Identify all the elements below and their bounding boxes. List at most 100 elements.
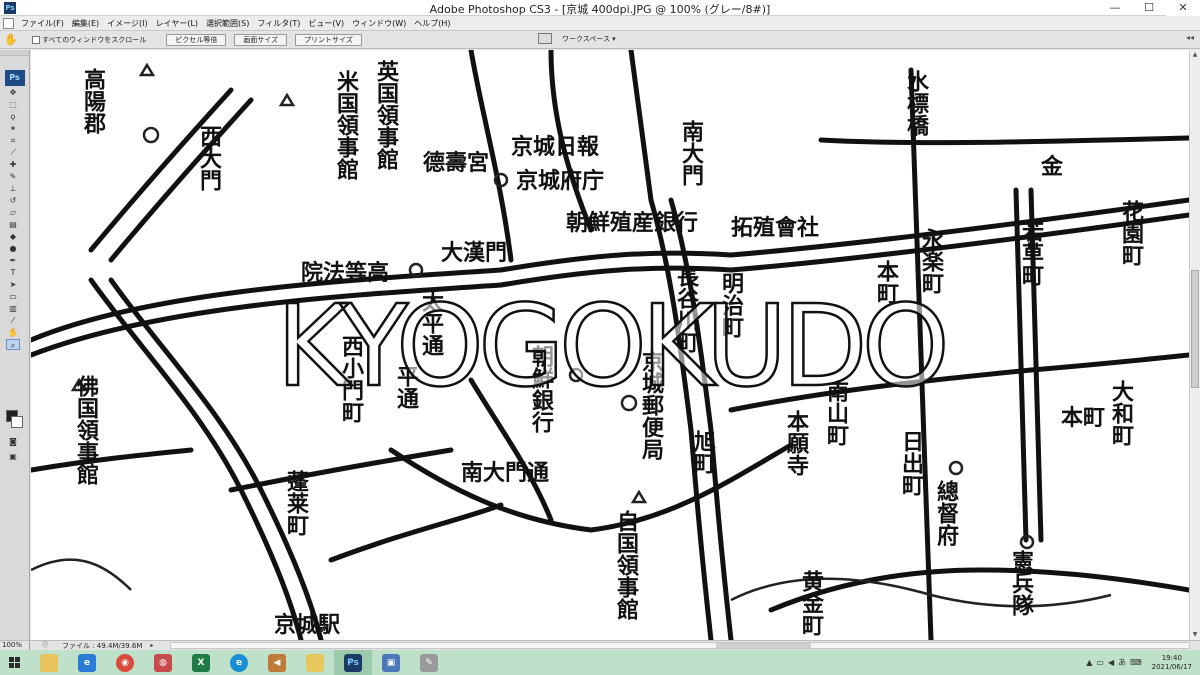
status-menu-arrow-icon[interactable]: ▸ xyxy=(150,642,153,649)
maximize-button[interactable]: ☐ xyxy=(1132,0,1166,16)
menu-select[interactable]: 選択範囲(S) xyxy=(202,18,253,29)
map-symbol xyxy=(138,62,156,77)
map-label: 南大門通 xyxy=(461,460,549,486)
taskbar-excel[interactable]: X xyxy=(182,650,220,675)
start-button[interactable] xyxy=(0,650,30,675)
scroll-all-checkbox[interactable] xyxy=(32,35,40,44)
menu-bar: ファイル(F) 編集(E) イメージ(I) レイヤー(L) 選択範囲(S) フィ… xyxy=(0,16,1200,31)
map-label: 米国領事館 xyxy=(333,70,359,181)
collapse-icon[interactable]: ◂◂ xyxy=(1186,33,1194,42)
slice-tool-icon[interactable]: ⟋ xyxy=(6,147,20,158)
windows-logo-icon xyxy=(9,656,21,669)
taskbar-edge[interactable]: e xyxy=(220,650,258,675)
network-icon[interactable]: ▭ xyxy=(1096,658,1104,667)
menu-layer[interactable]: レイヤー(L) xyxy=(152,18,202,29)
palette-well-icon[interactable] xyxy=(538,33,552,44)
map-road xyxy=(328,502,504,563)
magic-wand-icon[interactable]: ✶ xyxy=(6,123,20,134)
horizontal-scroll-thumb[interactable] xyxy=(716,643,811,648)
menu-help[interactable]: ヘルプ(H) xyxy=(410,18,454,29)
menu-filter[interactable]: フィルタ(T) xyxy=(253,18,304,29)
hand-tool-icon[interactable]: ✋ xyxy=(4,33,18,47)
scroll-down-icon[interactable]: ▼ xyxy=(1190,630,1200,640)
print-size-button[interactable]: プリントサイズ xyxy=(295,33,362,46)
fit-screen-button[interactable]: 画面サイズ xyxy=(234,33,288,46)
marquee-tool-icon[interactable]: ⬚ xyxy=(6,99,20,110)
lasso-tool-icon[interactable]: ϙ xyxy=(6,111,20,122)
scroll-up-icon[interactable]: ▲ xyxy=(1190,50,1200,60)
photoshop-icon: Ps xyxy=(344,653,362,672)
photoshop-logo[interactable]: Ps xyxy=(4,70,25,86)
menu-edit[interactable]: 編集(E) xyxy=(68,18,103,29)
menu-view[interactable]: ビュー(V) xyxy=(304,18,348,29)
taskbar-paint[interactable]: ✎ xyxy=(410,650,448,675)
paint-icon: ✎ xyxy=(420,653,438,672)
ime-icon[interactable]: あ xyxy=(1118,657,1126,668)
horizontal-scrollbar[interactable] xyxy=(170,642,1190,649)
taskbar-photos[interactable]: ▣ xyxy=(372,650,410,675)
menu-image[interactable]: イメージ(I) xyxy=(103,18,151,29)
blur-tool-icon[interactable]: ◆ xyxy=(6,231,20,242)
keyboard-icon[interactable]: ⌨ xyxy=(1130,658,1142,667)
move-tool-icon[interactable]: ✥ xyxy=(6,87,20,98)
map-label: 本町 xyxy=(1061,405,1105,431)
tools-panel-grip[interactable] xyxy=(0,50,29,56)
map-road xyxy=(628,50,654,203)
type-tool-icon[interactable]: T xyxy=(6,267,20,278)
taskbar-sound-app[interactable]: ◀ xyxy=(258,650,296,675)
map-label: 英国領事館 xyxy=(373,60,399,171)
history-brush-icon[interactable]: ↺ xyxy=(6,195,20,206)
eraser-tool-icon[interactable]: ▱ xyxy=(6,207,20,218)
menu-window[interactable]: ウィンドウ(W) xyxy=(348,18,410,29)
map-label: 花園町 xyxy=(1118,199,1144,267)
zoom-level-field[interactable]: 100% xyxy=(0,641,30,650)
crop-tool-icon[interactable]: ⌗ xyxy=(6,135,20,146)
taskbar-internet-explorer[interactable]: e xyxy=(68,650,106,675)
taskbar-explorer-folder[interactable] xyxy=(30,650,68,675)
taskbar-app-globe[interactable]: ◍ xyxy=(144,650,182,675)
options-bar: ✋ すべてのウィンドウをスクロール ピクセル等倍 画面サイズ プリントサイズ ワ… xyxy=(0,31,1200,49)
map-symbol xyxy=(948,460,964,476)
speaker-icon: ◀ xyxy=(268,653,286,672)
pen-tool-icon[interactable]: ✒ xyxy=(6,255,20,266)
volume-icon[interactable]: ◀ xyxy=(1108,658,1114,667)
globe-icon: ◍ xyxy=(154,653,172,672)
actual-pixels-button[interactable]: ピクセル等倍 xyxy=(166,33,227,46)
gradient-tool-icon[interactable]: ▤ xyxy=(6,219,20,230)
quick-mask-icon[interactable]: ◙ xyxy=(6,436,20,447)
vertical-scrollbar[interactable]: ▲ ▼ xyxy=(1189,50,1200,640)
map-label: 金 xyxy=(1040,154,1064,180)
zoom-tool-icon[interactable]: ⌕ xyxy=(6,339,20,350)
screen-mode-icon[interactable]: ▣ xyxy=(6,451,20,462)
map-label: 若草町 xyxy=(1018,219,1044,287)
clone-stamp-icon[interactable]: ⊥ xyxy=(6,183,20,194)
map-label: 總督府 xyxy=(933,479,959,547)
workspace-label[interactable]: ワークスペース ▾ xyxy=(562,34,616,44)
scroll-all-windows-option[interactable]: すべてのウィンドウをスクロール xyxy=(32,35,146,45)
taskbar-clock[interactable]: 19:40 2021/06/17 xyxy=(1152,654,1192,672)
background-color-swatch[interactable] xyxy=(11,416,23,428)
document-info-icon[interactable]: ⓘ xyxy=(42,641,52,650)
document-icon[interactable] xyxy=(3,17,14,29)
window-title: Adobe Photoshop CS3 - [京城 400dpi.JPG @ 1… xyxy=(429,3,771,16)
close-button[interactable]: ✕ xyxy=(1166,0,1200,16)
map-label: 德壽宮 xyxy=(423,150,489,176)
window-controls: — ☐ ✕ xyxy=(1098,0,1200,16)
hand-tool-button[interactable]: ✋ xyxy=(6,327,20,338)
healing-brush-icon[interactable]: ✚ xyxy=(6,159,20,170)
vertical-scroll-thumb[interactable] xyxy=(1191,270,1199,388)
path-select-icon[interactable]: ➤ xyxy=(6,279,20,290)
notes-tool-icon[interactable]: ▥ xyxy=(6,303,20,314)
menu-file[interactable]: ファイル(F) xyxy=(17,18,68,29)
taskbar-photoshop[interactable]: Ps xyxy=(334,650,372,675)
taskbar-files[interactable] xyxy=(296,650,334,675)
taskbar-chrome[interactable]: ◉ xyxy=(106,650,144,675)
shape-tool-icon[interactable]: ▭ xyxy=(6,291,20,302)
dodge-tool-icon[interactable]: ● xyxy=(6,243,20,254)
show-hidden-icons-icon[interactable]: ▲ xyxy=(1086,658,1092,667)
document-canvas[interactable]: 高陽郡 英国領事館 米国領事館 京城日報 京城府庁 西大門 德壽宮 院法等高 大… xyxy=(31,50,1189,640)
brush-tool-icon[interactable]: ✎ xyxy=(6,171,20,182)
minimize-button[interactable]: — xyxy=(1098,0,1132,16)
eyedropper-tool-icon[interactable]: ⁄ xyxy=(6,315,20,326)
workspace-menu[interactable]: ワークスペース ▾ xyxy=(538,33,616,44)
